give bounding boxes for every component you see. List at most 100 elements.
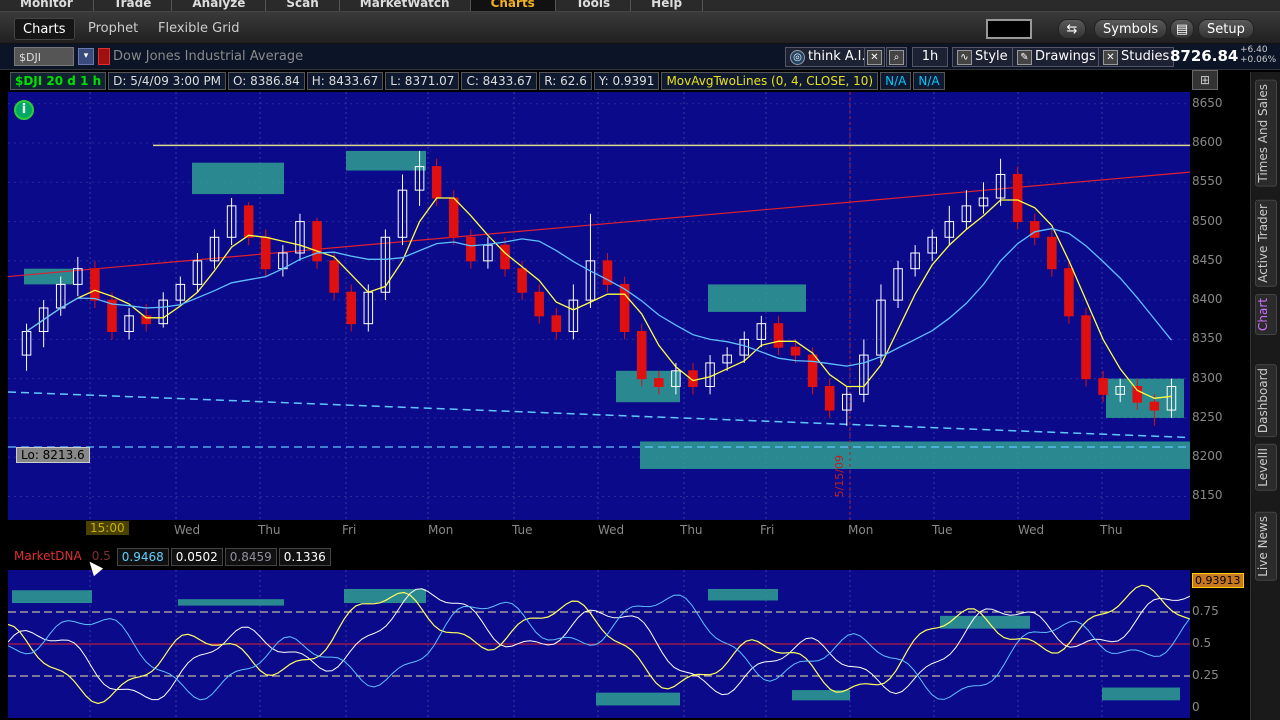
candle-body xyxy=(1081,315,1091,380)
price-tick-label: 8500 xyxy=(1192,213,1223,228)
candle-body xyxy=(1029,221,1040,238)
drawings-button[interactable]: ✎ Drawings xyxy=(1012,47,1101,67)
crosshair-tool[interactable]: ✕ xyxy=(864,47,885,67)
price-tick-label: 8650 xyxy=(1192,95,1223,110)
lower-cursor-value: 0.93913 xyxy=(1192,573,1244,588)
time-tick-label: Wed xyxy=(1018,523,1045,537)
subtab-bar: Charts Prophet Flexible Grid ⇆ Symbols ▤… xyxy=(0,12,1280,44)
candle-body xyxy=(824,385,835,411)
studies-button[interactable]: ✕ Studies xyxy=(1098,47,1175,67)
candle-body xyxy=(807,354,818,387)
tab-prophet[interactable]: Prophet xyxy=(80,18,146,40)
candle-body xyxy=(500,244,510,270)
support-zone xyxy=(192,162,284,195)
pencil-icon: ✎ xyxy=(1017,49,1032,65)
timeframe-selector[interactable]: 1h xyxy=(912,47,948,67)
menu-marketwatch[interactable]: MarketWatch xyxy=(340,0,471,11)
sidebar-tab-levelii[interactable]: LevelII xyxy=(1255,444,1277,491)
symbols-button[interactable]: Symbols xyxy=(1094,19,1168,39)
support-zone xyxy=(616,370,680,403)
symbol-lookup-icon[interactable]: ▾ xyxy=(78,48,94,65)
info-icon[interactable]: i xyxy=(14,100,34,120)
lower-value-1: 0.9468 xyxy=(116,548,169,566)
signal-zone xyxy=(596,692,680,706)
time-tick-label: Wed xyxy=(598,523,625,537)
menu-help[interactable]: Help xyxy=(631,0,704,11)
setup-button[interactable]: Setup xyxy=(1198,19,1254,39)
candle-body xyxy=(773,323,784,348)
lower-tick-label: 0.25 xyxy=(1192,668,1219,682)
menu-analyze[interactable]: Analyze xyxy=(172,0,267,11)
sidebar-tab-times-and-sales[interactable]: Times And Sales xyxy=(1255,80,1277,187)
study-label[interactable]: MovAvgTwoLines (0, 4, CLOSE, 10) xyxy=(661,72,879,90)
lower-chart[interactable] xyxy=(8,570,1190,718)
color-box[interactable] xyxy=(986,19,1032,39)
price-tick-label: 8200 xyxy=(1192,449,1223,464)
price-tick-label: 8450 xyxy=(1192,252,1223,267)
bar-open: O: 8386.84 xyxy=(228,72,305,90)
signal-zone xyxy=(12,590,92,604)
low-badge: Lo: 8213.6 xyxy=(16,447,90,463)
lower-value-4: 0.1336 xyxy=(278,548,331,566)
candle-body xyxy=(636,331,647,380)
symbol-input[interactable]: $DJI xyxy=(14,47,74,66)
study-value-2: N/A xyxy=(913,72,945,90)
bar-y: Y: 0.9391 xyxy=(593,72,660,90)
lower-tick-label: 0 xyxy=(1192,700,1200,714)
oscillator-secondary-line xyxy=(8,594,1190,701)
signal-zone xyxy=(1102,687,1180,701)
link-color-icon[interactable] xyxy=(98,48,110,65)
price-change: +6.40 +0.06% xyxy=(1240,45,1276,65)
zoom-icon: ⌕ xyxy=(889,49,904,65)
menu-trade[interactable]: Trade xyxy=(94,0,173,11)
menu-charts[interactable]: Charts xyxy=(470,0,556,11)
sidebar-tab-dashboard[interactable]: Dashboard xyxy=(1255,364,1277,438)
sidebar-tab-active-trader[interactable]: Active Trader xyxy=(1255,200,1277,287)
tab-charts[interactable]: Charts xyxy=(14,18,75,40)
support-zone xyxy=(708,284,806,312)
lower-value-3: 0.8459 xyxy=(224,548,277,566)
lower-axis: 0.75 0.5 0.25 0 xyxy=(1190,570,1250,718)
time-tick-label: Thu xyxy=(1100,523,1123,537)
tab-flexible-grid[interactable]: Flexible Grid xyxy=(150,18,247,40)
lower-study-name[interactable]: MarketDNA xyxy=(10,548,86,566)
lower-study-info: MarketDNA 0.5 0.9468 0.0502 0.8459 0.133… xyxy=(10,548,333,566)
menu-tools[interactable]: Tools xyxy=(556,0,632,11)
price-tick-label: 8300 xyxy=(1192,370,1223,385)
candle-body xyxy=(1047,236,1057,270)
studies-icon: ✕ xyxy=(1103,49,1118,65)
signal-zone xyxy=(178,599,284,606)
sidebar-tab-chart[interactable]: Chart xyxy=(1255,294,1277,335)
bar-date: D: 5/4/09 3:00 PM xyxy=(108,72,227,90)
symbol-period[interactable]: $DJI 20 d 1 h xyxy=(10,72,107,90)
style-button[interactable]: ∿ Style xyxy=(952,47,1013,67)
think-ai-button[interactable]: ◎ think A.I. xyxy=(785,47,871,67)
price-tick-label: 8600 xyxy=(1192,135,1223,150)
menu-monitor[interactable]: Monitor xyxy=(0,0,94,11)
symbol-description: Dow Jones Industrial Average xyxy=(113,49,304,64)
candle-body xyxy=(466,236,476,262)
price-tick-label: 8350 xyxy=(1192,331,1223,346)
sidebar-tab-live-news[interactable]: Live News xyxy=(1255,512,1277,581)
time-cursor: 15:00 xyxy=(86,521,129,535)
zoom-tool[interactable]: ⌕ xyxy=(886,47,907,67)
link-icon[interactable]: ⇆ xyxy=(1058,19,1086,39)
candle-body xyxy=(654,378,664,387)
candle-body xyxy=(551,315,562,333)
candle-body xyxy=(312,221,322,262)
crosshair-icon: ✕ xyxy=(867,49,882,65)
support-zone xyxy=(346,150,426,171)
price-tick-label: 8150 xyxy=(1192,488,1223,503)
think-ai-label: think A.I. xyxy=(808,49,866,64)
lower-chart-svg xyxy=(8,570,1190,718)
menu-scan[interactable]: Scan xyxy=(266,0,340,11)
candle-body xyxy=(1149,401,1160,411)
time-tick-label: Wed xyxy=(174,523,201,537)
print-icon[interactable]: ▤ xyxy=(1170,19,1194,39)
support-zone xyxy=(640,441,1190,469)
candle-body xyxy=(261,236,271,270)
candle-body xyxy=(1098,378,1108,395)
bar-high: H: 8433.67 xyxy=(306,72,384,90)
chart-settings-icon[interactable]: ⊞ xyxy=(1192,70,1218,90)
price-chart[interactable] xyxy=(8,92,1190,520)
